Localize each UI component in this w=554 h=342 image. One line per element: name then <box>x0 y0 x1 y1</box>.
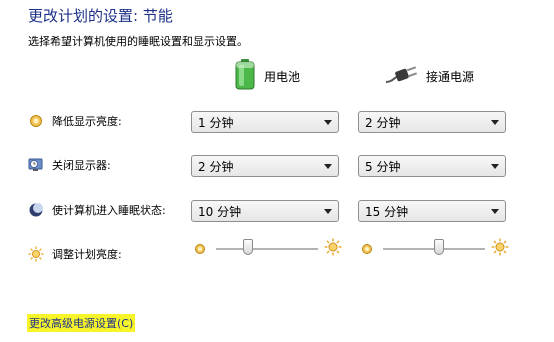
slider-track <box>216 248 318 251</box>
brightness-label: 调整计划亮度: <box>52 248 122 261</box>
dim-display-ac-select[interactable]: 2 分钟 <box>358 111 506 133</box>
battery-icon <box>234 58 256 94</box>
moon-icon <box>28 202 44 218</box>
chevron-down-icon <box>324 120 332 125</box>
turn-off-display-ac-value: 5 分钟 <box>365 159 401 174</box>
ac-power-column-label: 接通电源 <box>426 69 475 84</box>
brightness-ac-slider[interactable] <box>359 236 509 262</box>
turn-off-display-label: 关闭显示器: <box>52 159 111 172</box>
advanced-power-settings-link[interactable]: 更改高级电源设置(C) <box>27 314 136 332</box>
battery-column-header: 用电池 <box>234 58 300 94</box>
sleep-battery-select[interactable]: 10 分钟 <box>191 200 339 222</box>
dim-display-ac-value: 2 分钟 <box>365 115 401 130</box>
dim-sun-icon <box>361 240 373 259</box>
brightness-battery-slider[interactable] <box>192 236 342 262</box>
chevron-down-icon <box>491 164 499 169</box>
dim-sun-icon <box>194 240 206 259</box>
sleep-label: 使计算机进入睡眠状态: <box>52 204 166 217</box>
dim-display-row-label: 降低显示亮度: <box>28 113 122 129</box>
chevron-down-icon <box>324 164 332 169</box>
page-title: 更改计划的设置: 节能 <box>28 7 173 25</box>
sun-icon <box>28 246 44 262</box>
chevron-down-icon <box>491 209 499 214</box>
dim-display-icon <box>28 113 44 129</box>
turn-off-display-row-label: 关闭显示器: <box>28 157 111 173</box>
slider-thumb[interactable] <box>242 239 253 255</box>
chevron-down-icon <box>491 120 499 125</box>
battery-column-label: 用电池 <box>264 69 301 84</box>
power-plan-settings-page: 更改计划的设置: 节能 选择希望计算机使用的睡眠设置和显示设置。 用电池 接通电… <box>0 0 554 342</box>
monitor-clock-icon <box>28 157 44 173</box>
turn-off-display-battery-select[interactable]: 2 分钟 <box>191 155 339 177</box>
sleep-battery-value: 10 分钟 <box>198 204 242 219</box>
sleep-ac-select[interactable]: 15 分钟 <box>358 200 506 222</box>
bright-sun-icon <box>491 238 509 260</box>
sleep-row-label: 使计算机进入睡眠状态: <box>28 202 166 218</box>
sleep-ac-value: 15 分钟 <box>365 204 409 219</box>
chevron-down-icon <box>324 209 332 214</box>
power-plug-icon <box>384 62 418 90</box>
brightness-row-label: 调整计划亮度: <box>28 246 122 262</box>
dim-display-label: 降低显示亮度: <box>52 115 122 128</box>
page-subtitle: 选择希望计算机使用的睡眠设置和显示设置。 <box>28 35 248 48</box>
slider-thumb[interactable] <box>434 239 445 255</box>
dim-display-battery-select[interactable]: 1 分钟 <box>191 111 339 133</box>
bright-sun-icon <box>324 238 342 260</box>
dim-display-battery-value: 1 分钟 <box>198 115 234 130</box>
turn-off-display-battery-value: 2 分钟 <box>198 159 234 174</box>
turn-off-display-ac-select[interactable]: 5 分钟 <box>358 155 506 177</box>
ac-power-column-header: 接通电源 <box>384 58 474 94</box>
